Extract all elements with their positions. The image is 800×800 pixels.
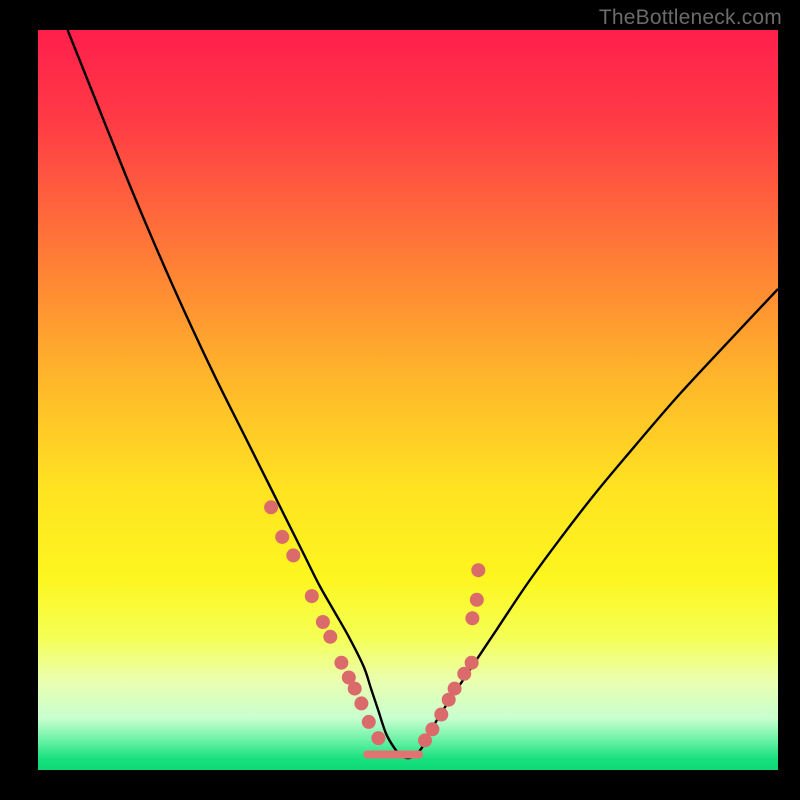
sample-points-group [264, 500, 485, 747]
sample-point [471, 563, 485, 577]
watermark-label: TheBottleneck.com [599, 6, 782, 30]
sample-point [425, 722, 439, 736]
sample-point [305, 589, 319, 603]
plot-area [38, 30, 778, 770]
sample-point [354, 696, 368, 710]
sample-point [275, 530, 289, 544]
chart-frame: TheBottleneck.com [0, 0, 800, 800]
sample-point [362, 715, 376, 729]
sample-point [286, 548, 300, 562]
sample-point [334, 656, 348, 670]
sample-point [323, 630, 337, 644]
sample-point [448, 682, 462, 696]
sample-point [264, 500, 278, 514]
sample-point [348, 682, 362, 696]
curve-layer [38, 30, 778, 770]
sample-point [465, 611, 479, 625]
bottleneck-curve [68, 30, 778, 758]
sample-point [371, 731, 385, 745]
sample-point [434, 708, 448, 722]
sample-point [470, 593, 484, 607]
sample-point [465, 656, 479, 670]
sample-point [316, 615, 330, 629]
